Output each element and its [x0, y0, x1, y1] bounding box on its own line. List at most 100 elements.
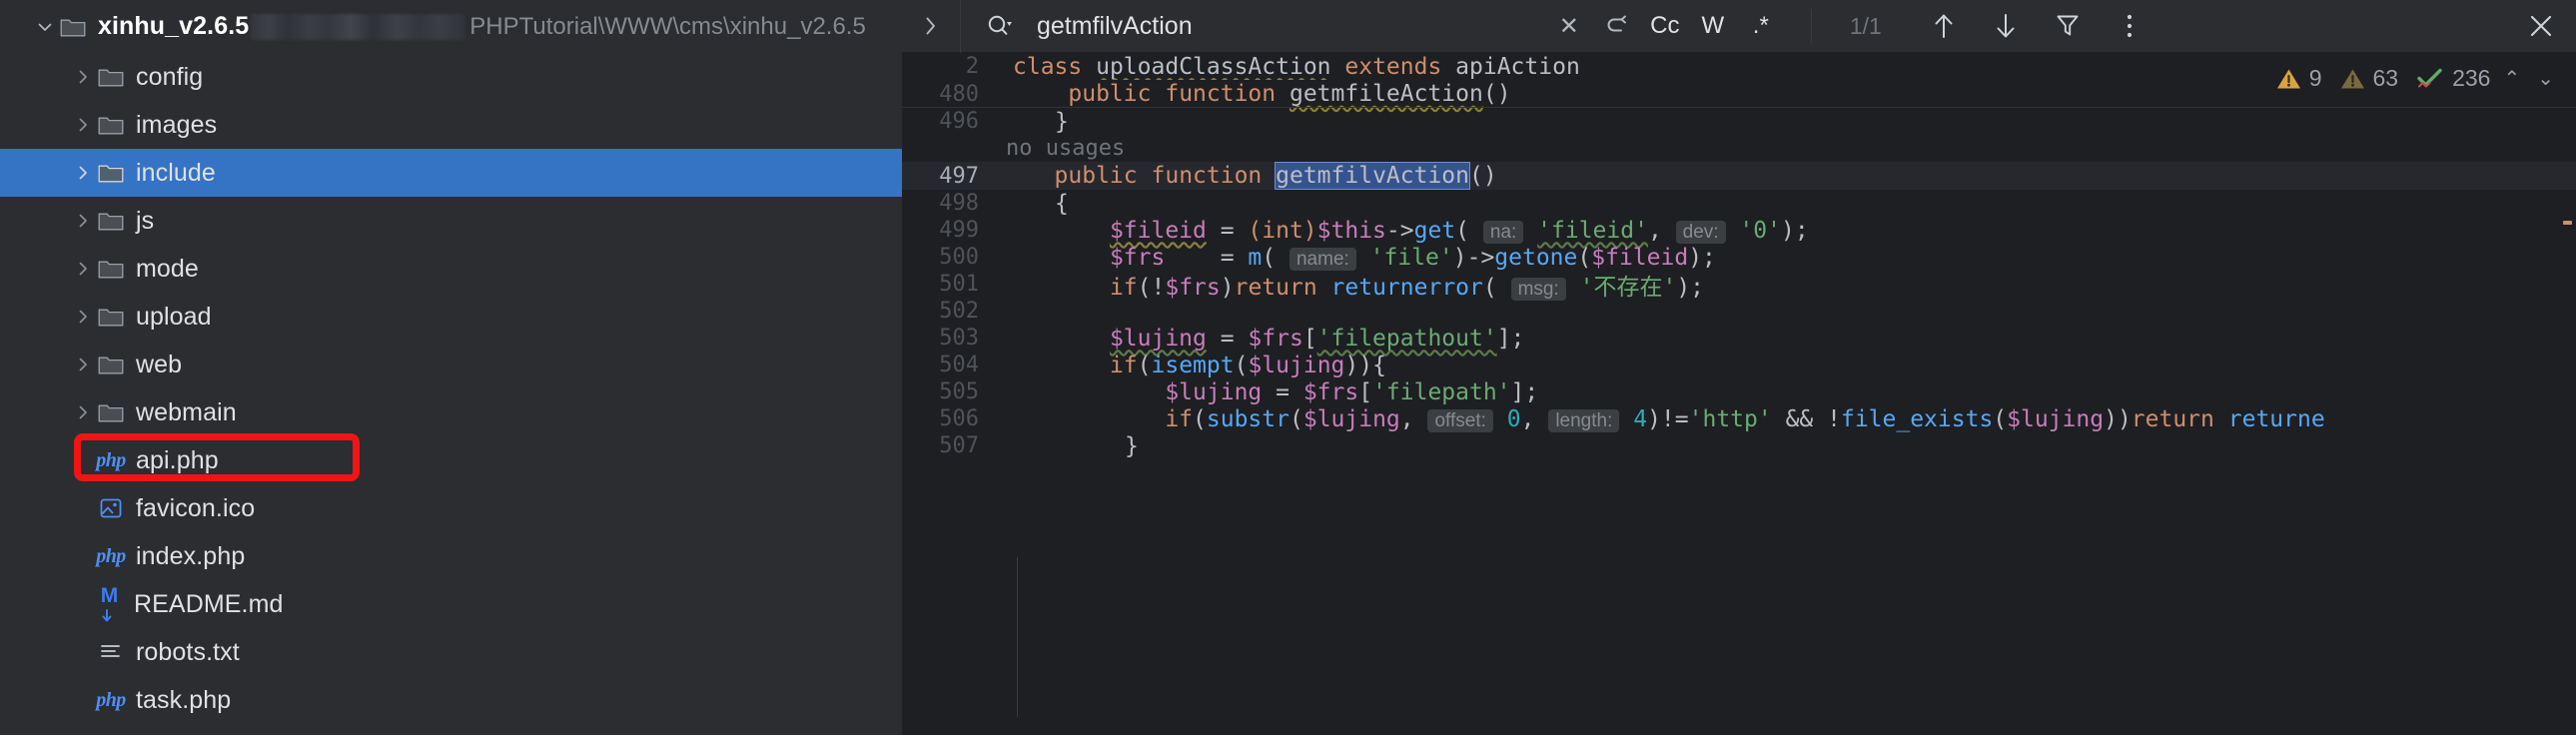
token-method-name: getmfileAction — [1288, 81, 1483, 107]
code-editor[interactable]: 9 63 236 ⌃ ⌄ 2 class uploadClassAction e… — [902, 53, 2576, 735]
code-row-501: 501 if(!$frs)return returnerror( msg: '不… — [902, 271, 2576, 301]
chevron-right-icon[interactable] — [70, 256, 96, 282]
warning-count-strong[interactable]: 9 — [2275, 65, 2322, 92]
text-file-icon — [96, 637, 126, 667]
indent-guide — [1017, 557, 1018, 717]
tree-row-upload[interactable]: upload — [0, 293, 902, 341]
warning-count-weak[interactable]: 63 — [2339, 65, 2398, 92]
php-badge-text: php — [96, 448, 126, 471]
match-counter: 1/1 — [1849, 12, 1882, 39]
tree-row-mode[interactable]: mode — [0, 245, 902, 293]
token-variable-lujing: $lujing — [1248, 352, 1345, 378]
folder-icon — [96, 62, 126, 92]
code-line-501: if(!$frs)return returnerror( msg: '不存在')… — [1109, 274, 1705, 301]
tree-row-web[interactable]: web — [0, 341, 902, 388]
token-keyword-if: if — [1165, 405, 1194, 432]
code-line-496: } — [1055, 108, 1069, 135]
preserve-case-toggle[interactable] — [1593, 4, 1641, 48]
tree-item-label: web — [136, 350, 183, 378]
token-variable-this: $this — [1316, 217, 1386, 244]
search-query-text: getmfilvAction — [1037, 11, 1193, 40]
usages-hint-row[interactable]: no usages — [902, 135, 2576, 162]
tree-row-task-php[interactable]: php task.php — [0, 676, 902, 724]
ide-window: xinhu_v2.6.5 PHPTutorial\WWW\cms\xinhu_v… — [0, 0, 2576, 735]
code-row-502: 502 — [902, 298, 2576, 325]
tree-row-js[interactable]: js — [0, 197, 902, 245]
chevron-right-icon[interactable] — [70, 304, 96, 330]
token-function-isempt: isempt — [1151, 352, 1235, 378]
folder-icon — [96, 158, 126, 188]
more-options-icon[interactable] — [2106, 4, 2153, 48]
code-row-507: 507 } — [902, 432, 2576, 459]
search-input[interactable]: getmfilvAction — [961, 0, 1545, 53]
code-row-498: 498 { — [902, 190, 2576, 217]
token-number-zero: 0 — [1506, 405, 1521, 432]
expand-chevron-icon[interactable]: ⌄ — [2533, 66, 2558, 91]
chevron-right-icon[interactable] — [70, 208, 96, 234]
line-number: 503 — [939, 326, 979, 351]
tree-row-robots-txt[interactable]: robots.txt — [0, 628, 902, 676]
line-number: 498 — [939, 191, 979, 216]
chevron-right-icon[interactable] — [70, 160, 96, 186]
code-line-504: if(isempt($lujing)){ — [1109, 352, 1386, 378]
warning-triangle-weak-icon — [2340, 69, 2364, 88]
tree-item-label: include — [136, 158, 216, 187]
image-file-icon — [96, 493, 126, 523]
code-line-497: public function getmfilvAction() — [1054, 162, 1497, 190]
tree-row-api-php[interactable]: php api.php — [0, 436, 902, 484]
tree-item-label: api.php — [136, 445, 219, 474]
regex-toggle[interactable]: .* — [1737, 4, 1785, 48]
code-line-507-text: } — [1125, 432, 1139, 459]
tree-row-config[interactable]: config — [0, 53, 902, 101]
match-case-toggle[interactable]: Cc — [1641, 4, 1689, 48]
tree-row-images[interactable]: images — [0, 101, 902, 149]
token-variable-lujing: $lujing — [1109, 325, 1207, 352]
warning-strong-number: 9 — [2308, 65, 2322, 91]
close-search-button[interactable] — [2506, 0, 2576, 53]
tree-row-external-libraries[interactable]: External Libraries — [0, 724, 902, 735]
whole-words-toggle[interactable]: W — [1689, 4, 1737, 48]
tree-row-root[interactable]: xinhu_v2.6.5 PHPTutorial\WWW\cms\xinhu_v… — [0, 0, 902, 53]
chevron-right-icon[interactable] — [70, 352, 96, 377]
chevron-right-icon[interactable] — [70, 399, 96, 425]
tree-row-webmain[interactable]: webmain — [0, 388, 902, 436]
tree-row-favicon-ico[interactable]: favicon.ico — [0, 484, 902, 532]
param-hint-na: na: — [1482, 220, 1524, 244]
tree-item-label: config — [136, 62, 204, 91]
line-number: 505 — [939, 379, 979, 404]
line-number: 480 — [939, 81, 979, 107]
code-row-505: 505 $lujing = $frs['filepath']; — [902, 378, 2576, 405]
clear-search-button[interactable]: ✕ — [1545, 4, 1593, 48]
chevron-down-icon[interactable] — [32, 14, 58, 40]
token-function-returne-clipped: returne — [2227, 405, 2325, 432]
previous-match-button[interactable] — [1920, 4, 1968, 48]
tree-item-label: index.php — [136, 541, 246, 570]
tree-row-index-php[interactable]: php index.php — [0, 532, 902, 580]
collapse-chevron-icon[interactable]: ⌃ — [2499, 66, 2524, 91]
code-row-503: 503 $lujing = $frs['filepathout']; — [902, 325, 2576, 352]
tree-row-include[interactable]: include — [0, 149, 902, 197]
inspection-widget[interactable]: 9 63 236 ⌃ ⌄ — [2275, 65, 2558, 92]
search-icon[interactable] — [985, 12, 1015, 40]
passed-inspections[interactable]: 236 — [2415, 65, 2490, 92]
token-keyword-return: return — [2131, 405, 2214, 432]
chevron-right-icon[interactable] — [70, 112, 96, 138]
redacted-path-strip — [251, 13, 466, 40]
token-keyword-if: if — [1109, 352, 1138, 378]
search-match-highlight[interactable]: getmfilvAction — [1275, 162, 1471, 190]
code-row-497: 497 public function getmfilvAction() — [902, 162, 2576, 190]
tree-item-label: mode — [136, 254, 199, 283]
chevron-right-icon[interactable] — [70, 64, 96, 90]
token-parent-class: apiAction — [1455, 53, 1580, 80]
project-root-path: PHPTutorial\WWW\cms\xinhu_v2.6.5 — [469, 12, 866, 40]
php-file-icon: php — [96, 541, 126, 571]
tree-item-label: images — [136, 110, 218, 139]
tree-item-label: favicon.ico — [136, 493, 256, 522]
tree-item-label: task.php — [136, 685, 232, 714]
token-keyword-public: public — [1068, 81, 1152, 107]
expand-search-chevron[interactable] — [902, 0, 961, 53]
filter-icon[interactable] — [2044, 4, 2092, 48]
next-match-button[interactable] — [1982, 4, 2030, 48]
tree-row-readme-md[interactable]: M README.md — [0, 580, 902, 628]
folder-icon — [96, 110, 126, 140]
